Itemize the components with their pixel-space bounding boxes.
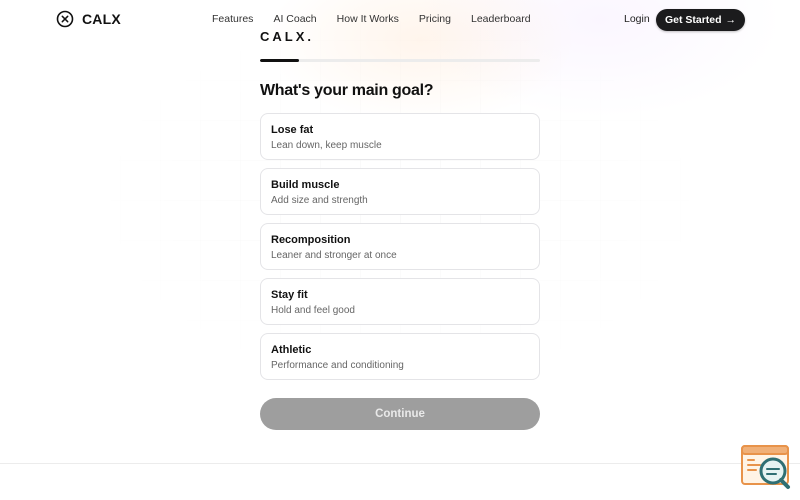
nav-links: Features AI Coach How It Works Pricing L… [212,13,531,25]
option-recomposition[interactable]: Recomposition Leaner and stronger at onc… [260,223,540,270]
progress-bar [260,59,540,62]
option-lose-fat[interactable]: Lose fat Lean down, keep muscle [260,113,540,160]
quiz-logo: CALX. [260,29,314,44]
nav-link-how-it-works[interactable]: How It Works [337,13,399,25]
goal-options: Lose fat Lean down, keep muscle Build mu… [260,113,540,380]
get-started-label: Get Started [664,14,722,26]
continue-button[interactable]: Continue [260,398,540,430]
footer-divider [0,463,800,464]
nav-link-ai-coach[interactable]: AI Coach [273,13,316,25]
brand-name: CALX [82,11,121,27]
option-description: Leaner and stronger at once [271,250,397,261]
goal-quiz: CALX. What's your main goal? Lose fat Le… [260,28,540,430]
option-description: Add size and strength [271,195,368,206]
get-started-button[interactable]: Get Started → [656,9,745,31]
question-title: What's your main goal? [260,82,434,99]
option-athletic[interactable]: Athletic Performance and conditioning [260,333,540,380]
option-title: Build muscle [271,179,340,191]
option-description: Performance and conditioning [271,360,404,371]
nav-link-features[interactable]: Features [212,13,253,25]
option-build-muscle[interactable]: Build muscle Add size and strength [260,168,540,215]
option-description: Lean down, keep muscle [271,140,382,151]
calx-logo-icon [56,10,74,28]
option-title: Recomposition [271,234,351,246]
option-title: Stay fit [271,289,308,301]
arrow-right-icon: → [725,14,737,26]
login-link[interactable]: Login [624,13,650,25]
chat-search-helper-icon[interactable] [740,444,792,490]
option-title: Lose fat [271,124,314,136]
option-title: Athletic [271,344,312,356]
nav-link-leaderboard[interactable]: Leaderboard [471,13,531,25]
nav-link-pricing[interactable]: Pricing [419,13,451,25]
option-description: Hold and feel good [271,305,355,316]
progress-bar-fill [260,59,300,62]
brand-logo[interactable]: CALX [56,10,121,28]
page: CALX Features AI Coach How It Works Pric… [0,0,800,500]
helper-graphic [741,445,790,489]
option-stay-fit[interactable]: Stay fit Hold and feel good [260,278,540,325]
